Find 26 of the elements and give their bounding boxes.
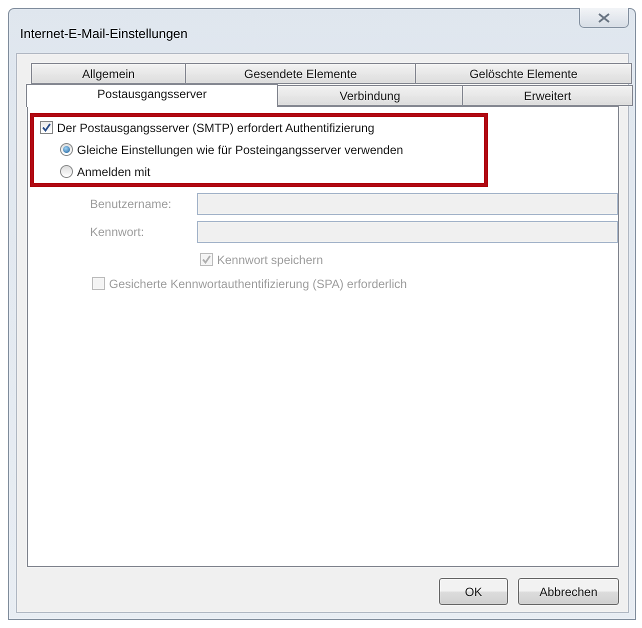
radio-button[interactable] <box>60 143 73 156</box>
tab[interactable]: Verbindung <box>277 85 463 106</box>
check-icon <box>41 122 52 133</box>
window-title: Internet-E-Mail-Einstellungen <box>20 26 188 41</box>
checkbox-row[interactable]: Der Postausgangsserver (SMTP) erfordert Authentifizierung <box>40 119 484 136</box>
tab[interactable]: Postausgangsserver <box>26 84 278 107</box>
tab[interactable]: Gesendete Elemente <box>185 63 416 84</box>
field-label: Benutzername: <box>90 197 172 211</box>
checkbox[interactable] <box>40 121 53 134</box>
radio-label: Anmelden mit <box>77 164 150 178</box>
radio-label: Gleiche Einstellungen wie für Posteingangsserver verwenden <box>77 142 404 156</box>
tab[interactable]: Gelöschte Elemente <box>415 63 632 84</box>
checkbox-label: Der Postausgangsserver (SMTP) erfordert Authentifizierung <box>57 120 374 134</box>
close-icon <box>598 12 610 22</box>
close-button[interactable] <box>579 8 629 28</box>
tab[interactable]: Erweitert <box>462 85 633 106</box>
radio-row[interactable]: Anmelden mit <box>40 163 484 180</box>
check-icon <box>201 254 212 265</box>
checkbox-label: Kennwort speichern <box>217 252 324 266</box>
field-label: Kennwort: <box>90 225 146 239</box>
tab[interactable]: Allgemein <box>31 63 186 84</box>
dialog-button[interactable]: OK <box>439 578 508 605</box>
radio-row[interactable]: Gleiche Einstellungen wie für Posteingangsserver verwenden <box>40 141 484 158</box>
checkbox-label: Gesicherte Kennwortauthentifizierung (SPA) erforderlich <box>109 276 407 290</box>
radio-button[interactable] <box>60 165 73 178</box>
dialog-button[interactable]: Abbrechen <box>518 578 619 605</box>
